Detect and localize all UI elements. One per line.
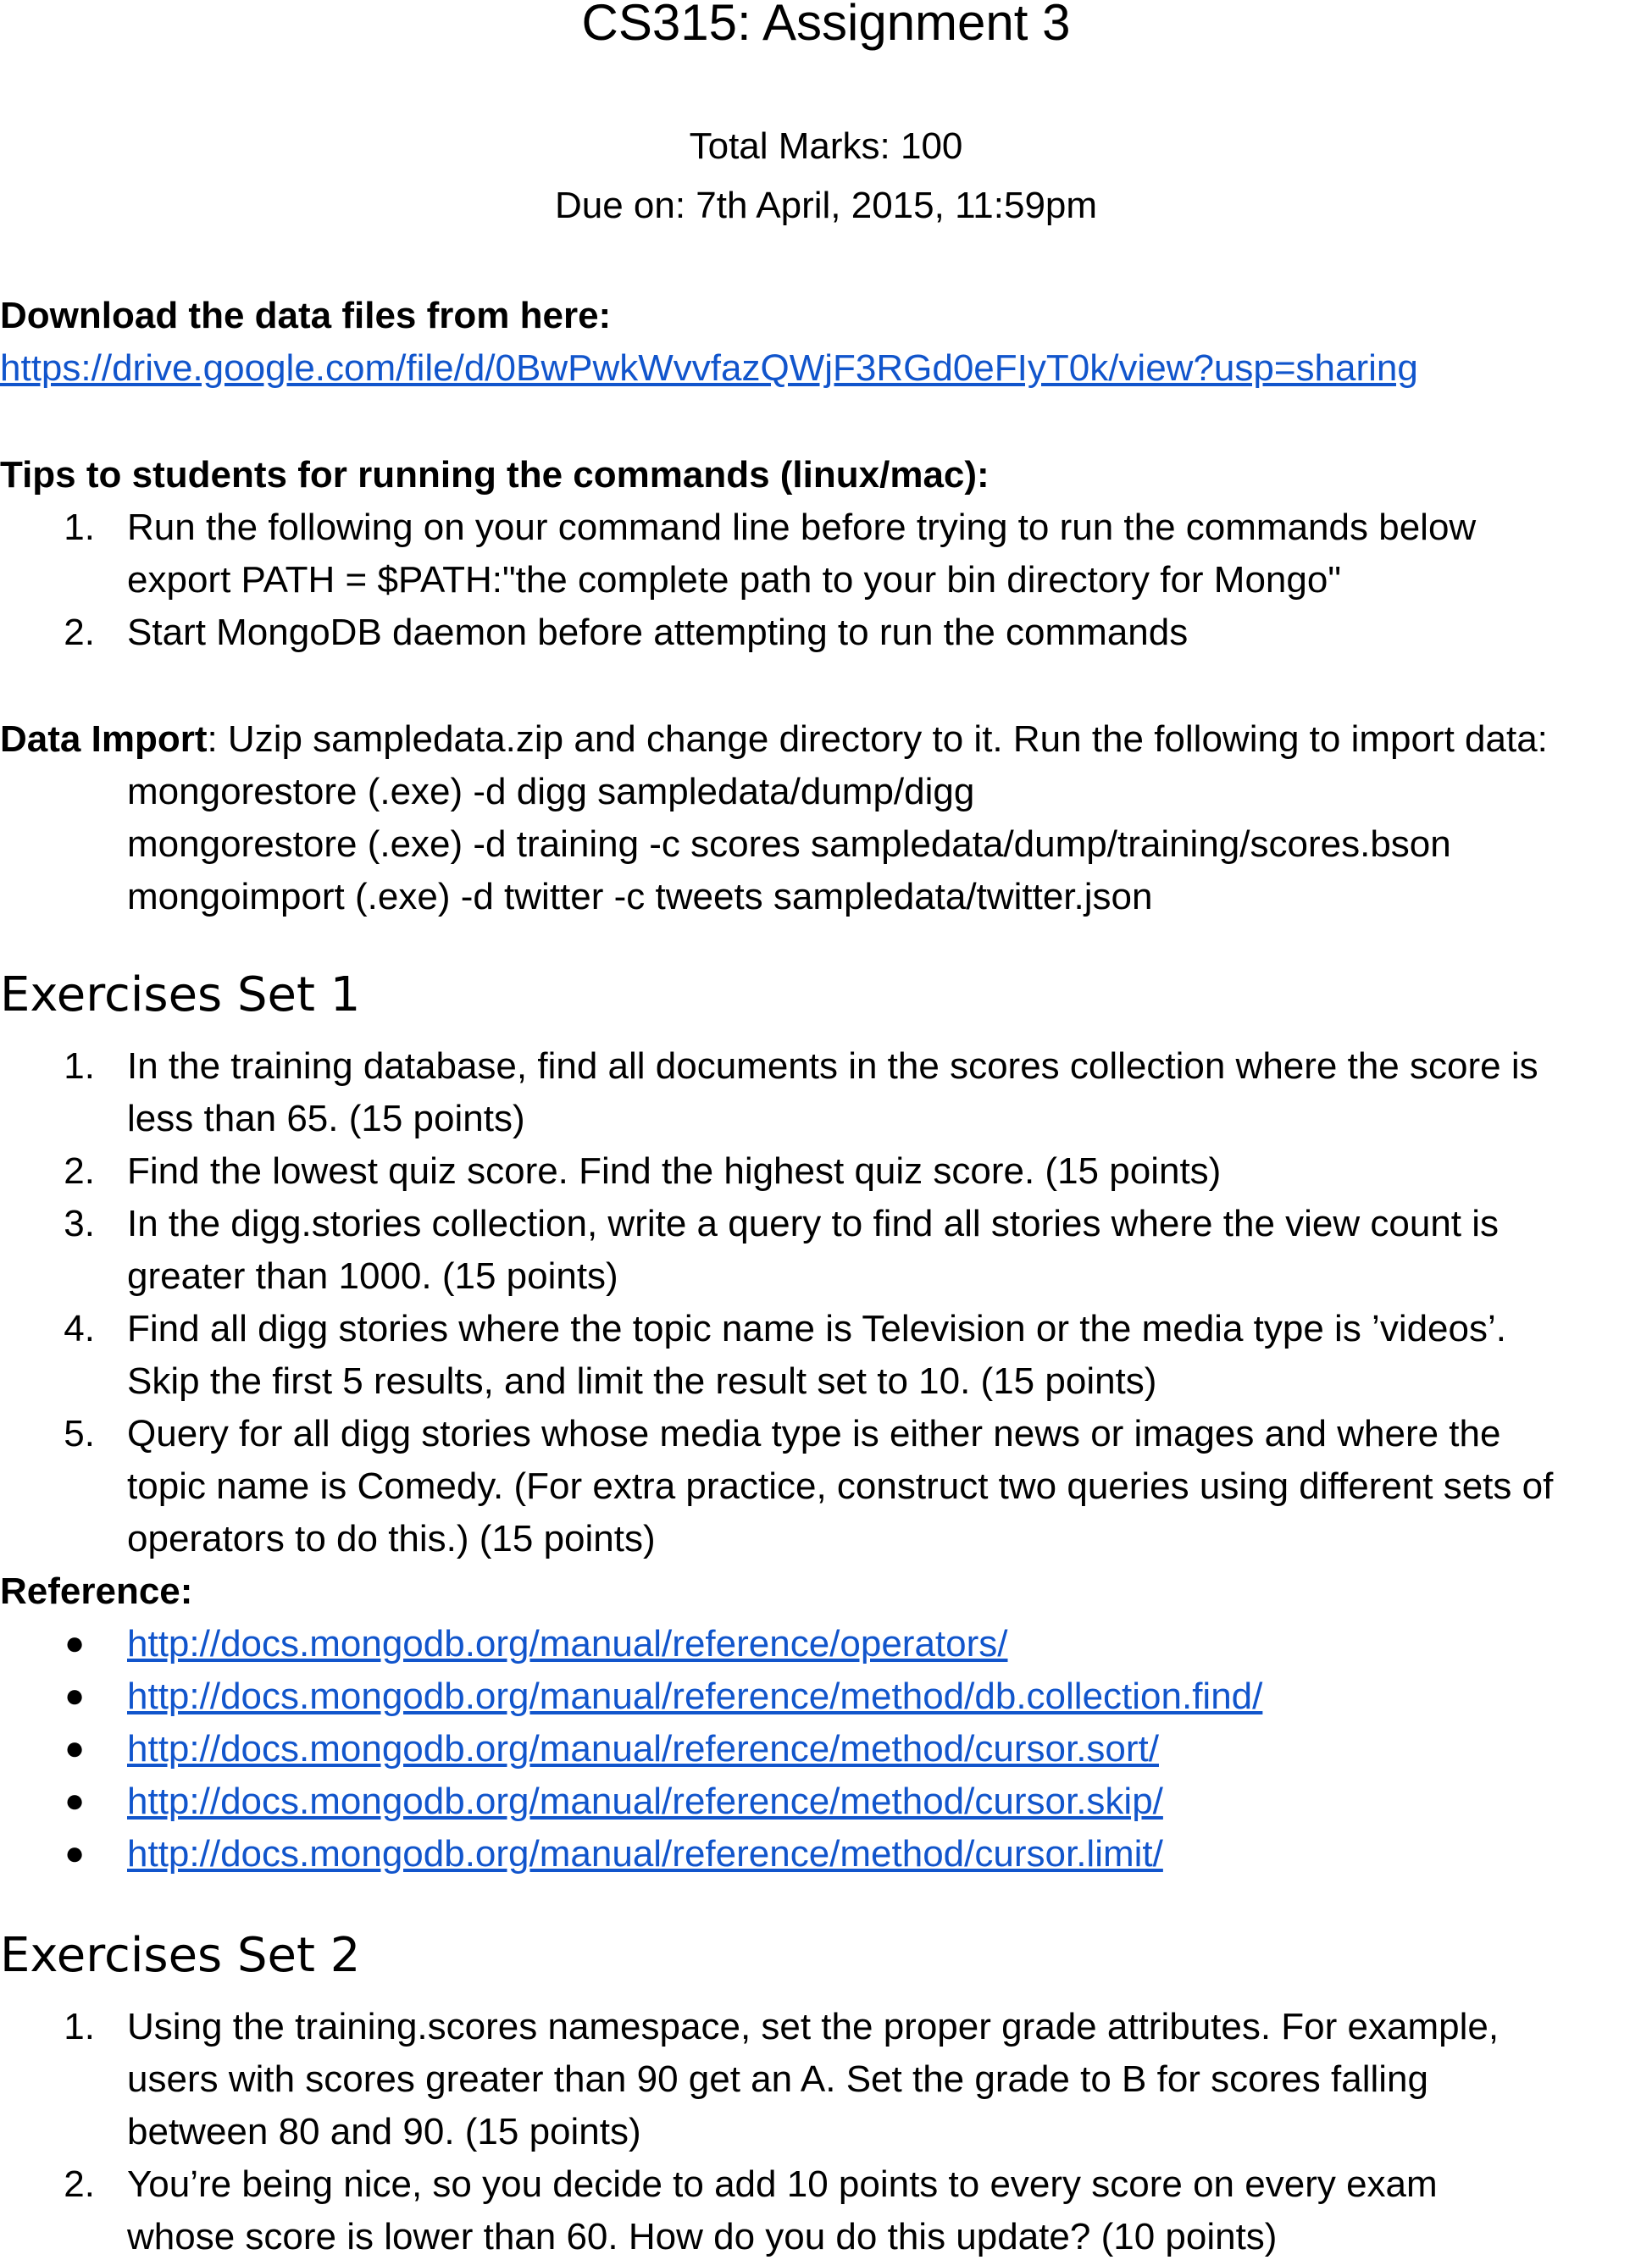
data-import-label: Data Import bbox=[0, 718, 208, 760]
import-command: mongorestore (.exe) -d digg sampledata/d… bbox=[127, 771, 975, 812]
exercise-number: 1. bbox=[64, 1045, 95, 1087]
tips-item-text: Start MongoDB daemon before attempting t… bbox=[127, 612, 1189, 653]
exercise-text: users with scores greater than 90 get an… bbox=[127, 2058, 1428, 2100]
reference-link[interactable]: http://docs.mongodb.org/manual/reference… bbox=[127, 1781, 1163, 1823]
due-date: Due on: 7th April, 2015, 11:59pm bbox=[554, 185, 1098, 226]
exercise-text: between 80 and 90. (15 points) bbox=[127, 2111, 641, 2152]
exercise-number: 5. bbox=[64, 1413, 95, 1454]
bullet-icon: ● bbox=[64, 1835, 86, 1872]
exercise-text: Find the lowest quiz score. Find the hig… bbox=[127, 1150, 1222, 1192]
reference-link[interactable]: http://docs.mongodb.org/manual/reference… bbox=[127, 1833, 1163, 1875]
exercise-number: 2. bbox=[64, 2163, 95, 2205]
import-command: mongoimport (.exe) -d twitter -c tweets … bbox=[127, 876, 1153, 917]
exercise-text: Skip the first 5 results, and limit the … bbox=[127, 1360, 1157, 1402]
section-heading-set2: Exercises Set 2 bbox=[0, 1928, 361, 1983]
exercise-text: less than 65. (15 points) bbox=[127, 1098, 525, 1139]
tips-heading: Tips to students for running the command… bbox=[0, 454, 990, 496]
exercise-text: Using the training.scores namespace, set… bbox=[127, 2006, 1500, 2047]
tips-item-number: 2. bbox=[64, 612, 95, 653]
reference-link[interactable]: http://docs.mongodb.org/manual/reference… bbox=[127, 1728, 1159, 1770]
tips-item-text: Run the following on your command line b… bbox=[127, 507, 1477, 548]
section-heading-set1: Exercises Set 1 bbox=[0, 967, 361, 1022]
exercise-text: You’re being nice, so you decide to add … bbox=[127, 2163, 1438, 2205]
bullet-icon: ● bbox=[64, 1730, 86, 1767]
exercise-text: greater than 1000. (15 points) bbox=[127, 1255, 618, 1297]
download-link[interactable]: https://drive.google.com/file/d/0BwPwkWv… bbox=[0, 347, 1418, 390]
bullet-icon: ● bbox=[64, 1625, 86, 1662]
exercise-number: 3. bbox=[64, 1203, 95, 1244]
exercise-text: topic name is Comedy. (For extra practic… bbox=[127, 1465, 1554, 1507]
exercise-text: Query for all digg stories whose media t… bbox=[127, 1413, 1501, 1454]
data-import-paragraph: Data Import: Uzip sampledata.zip and cha… bbox=[0, 718, 1548, 761]
tips-item-text: export PATH = $PATH:"the complete path t… bbox=[127, 559, 1341, 601]
exercise-number: 1. bbox=[64, 2006, 95, 2047]
reference-link[interactable]: http://docs.mongodb.org/manual/reference… bbox=[127, 1623, 1008, 1665]
import-command: mongorestore (.exe) -d training -c score… bbox=[127, 823, 1451, 865]
exercise-text: Find all digg stories where the topic na… bbox=[127, 1308, 1506, 1349]
exercise-text: whose score is lower than 60. How do you… bbox=[127, 2216, 1278, 2257]
exercise-text: operators to do this.) (15 points) bbox=[127, 1518, 656, 1559]
bullet-icon: ● bbox=[64, 1677, 86, 1714]
exercise-text: In the digg.stories collection, write a … bbox=[127, 1203, 1500, 1244]
download-heading: Download the data files from here: bbox=[0, 295, 612, 336]
exercise-number: 4. bbox=[64, 1308, 95, 1349]
page-title: CS315: Assignment 3 bbox=[581, 0, 1071, 51]
tips-item-number: 1. bbox=[64, 507, 95, 548]
data-import-text: : Uzip sampledata.zip and change directo… bbox=[207, 718, 1548, 760]
total-marks: Total Marks: 100 bbox=[689, 125, 963, 167]
exercise-number: 2. bbox=[64, 1150, 95, 1192]
reference-heading: Reference: bbox=[0, 1570, 193, 1612]
bullet-icon: ● bbox=[64, 1782, 86, 1820]
reference-link[interactable]: http://docs.mongodb.org/manual/reference… bbox=[127, 1676, 1262, 1718]
exercise-text: In the training database, find all docum… bbox=[127, 1045, 1538, 1087]
